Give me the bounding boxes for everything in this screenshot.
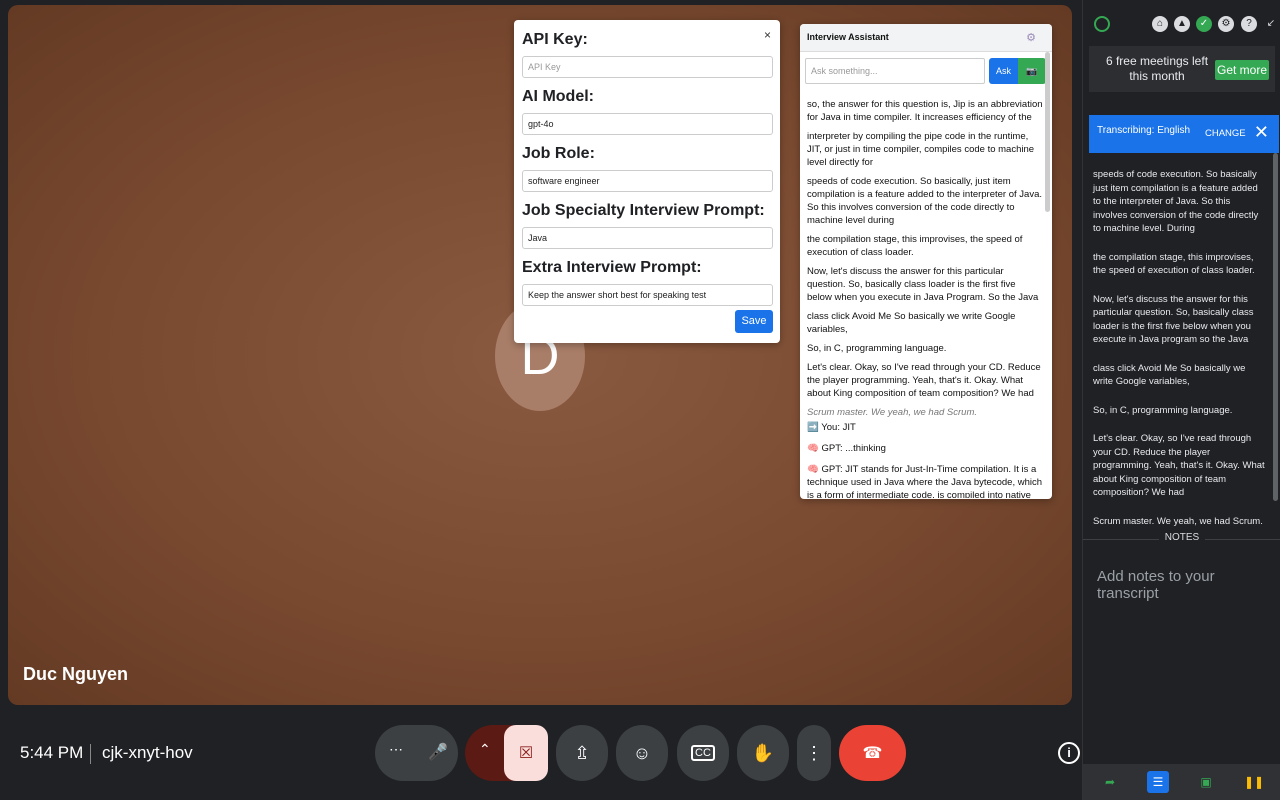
camera-off-button[interactable]: ☒ [504,725,548,781]
transcript-entry: the compilation stage, this improvises, … [1093,251,1255,277]
assistant-title: Interview Assistant [807,32,889,42]
api-key-input[interactable]: API Key [522,56,773,78]
transcript-entry: class click Avoid Me So basically we wri… [1093,362,1246,388]
more-options-button[interactable]: ⋮ [797,725,831,781]
collapse-icon[interactable]: ↙ [1263,16,1279,32]
gpt-thinking: 🧠 GPT: ...thinking [807,442,1043,455]
mic-control-group: ⋯ 🎤 [375,725,458,781]
transcript-side-panel: ⌂ ▲ ✓ ⚙ ? ↙ 6 free meetings left this mo… [1082,0,1280,800]
participant-name: Duc Nguyen [23,664,129,684]
panel-bottom-toolbar: ➦ ☰ ▣ ❚❚ [1083,764,1280,800]
more-options-icon[interactable]: ⋯ [389,741,403,758]
assistant-paragraph: class click Avoid Me So basically we wri… [807,311,1016,335]
microphone-icon[interactable]: 🎤 [428,742,448,762]
ai-model-label: AI Model: [522,88,594,105]
captions-button[interactable]: CC [677,725,729,781]
chevron-up-icon[interactable]: ⌃ [479,741,491,758]
get-more-button[interactable]: Get more [1215,60,1269,80]
transcript-list: speeds of code execution. So basically j… [1093,168,1265,543]
change-language-button[interactable]: CHANGE [1205,128,1246,139]
transcribing-bar: Transcribing: English CHANGE ✕ [1089,115,1279,153]
gpt-answer-text: GPT: JIT stands for Just-In-Time compila… [807,464,1043,498]
emoji-button[interactable]: ☺ [616,725,668,781]
free-meetings-banner: 6 free meetings left this month Get more [1089,46,1275,92]
job-role-label: Job Role: [522,145,595,162]
settings-gear-icon[interactable]: ⚙ [1026,31,1036,44]
save-button[interactable]: Save [735,310,773,333]
upload-icon[interactable]: ▲ [1174,16,1190,32]
raise-hand-button[interactable]: ✋ [737,725,789,781]
transcript-entry: Scrum master. We yeah, we had Scrum. [1093,515,1263,527]
help-icon[interactable]: ? [1241,16,1257,32]
brain-icon: 🧠 [807,443,822,454]
interview-assistant-panel: Interview Assistant ⚙ Ask something... A… [800,24,1052,499]
meeting-code: cjk-xnyt-hov [102,743,193,762]
assistant-paragraph: Let's clear. Okay, so I've read through … [807,362,1041,399]
pause-icon[interactable]: ❚❚ [1243,771,1265,793]
bar-divider [90,744,91,764]
emoji-icon: ☺ [632,742,652,763]
share-icon[interactable]: ➦ [1099,771,1121,793]
ai-model-input[interactable]: gpt-4o [522,113,773,135]
you-message: ➡️ You: JIT [807,421,1043,434]
assistant-transcript: so, the answer for this question is, Jip… [807,98,1043,498]
assistant-header: Interview Assistant ⚙ [800,24,1052,52]
assistant-paragraph: so, the answer for this question is, Jip… [807,99,1043,123]
api-key-label: API Key: [522,31,588,48]
screenshot-icon[interactable]: ▣ [1195,771,1217,793]
transcript-entry: So, in C, programming language. [1093,404,1233,416]
shield-icon[interactable]: ✓ [1196,16,1212,32]
transcript-entry: Let's clear. Okay, so I've read through … [1093,433,1265,498]
job-role-input[interactable]: software engineer [522,170,773,192]
close-icon[interactable]: ✕ [1254,123,1269,141]
ask-button[interactable]: Ask [989,58,1018,84]
transcribing-label: Transcribing: English [1097,125,1191,136]
extra-prompt-label: Extra Interview Prompt: [522,259,702,276]
present-button[interactable]: ⇫ [556,725,608,781]
document-icon[interactable]: ☰ [1147,771,1169,793]
present-screen-icon: ⇫ [574,742,590,763]
assistant-scrollbar[interactable] [1045,52,1050,212]
transcript-entry: speeds of code execution. So basically j… [1093,169,1259,234]
home-icon[interactable]: ⌂ [1152,16,1168,32]
extension-toolbar: ⌂ ▲ ✓ ⚙ ? ↙ [1089,11,1277,43]
assistant-paragraph: So, in C, programming language. [807,343,947,354]
leave-call-button[interactable]: ☎ [839,725,906,781]
gpt-thinking-text: GPT: ...thinking [821,443,886,454]
notes-label: NOTES [1158,532,1206,543]
status-dot-icon [1094,16,1110,32]
extra-prompt-input[interactable]: Keep the answer short best for speaking … [522,284,773,306]
camera-off-icon: ☒ [518,745,534,762]
leave-call-icon: ☎ [862,745,883,762]
raise-hand-icon: ✋ [751,742,775,763]
transcript-scrollbar[interactable] [1273,153,1278,501]
assistant-muted-line: Scrum master. We yeah, we had Scrum. [807,407,978,418]
assistant-paragraph: interpreter by compiling the pipe code i… [807,131,1035,168]
captions-icon: CC [691,745,715,761]
close-icon[interactable]: × [764,28,771,42]
you-message-text: You: JIT [821,422,856,433]
vertical-dots-icon: ⋮ [805,742,823,763]
notes-input[interactable]: Add notes to your transcript [1097,568,1280,602]
ask-input[interactable]: Ask something... [805,58,985,84]
assistant-paragraph: Now, let's discuss the answer for this p… [807,266,1039,303]
camera-icon[interactable]: 📷 [1018,58,1046,84]
specialty-label: Job Specialty Interview Prompt: [522,202,765,219]
ask-row: Ask something... Ask 📷 [805,58,1046,84]
settings-popup: × API Key: API Key AI Model: gpt-4o Job … [514,20,780,343]
brain-icon: 🧠 [807,464,822,475]
assistant-paragraph: the compilation stage, this improvises, … [807,234,1023,258]
gpt-answer: 🧠 GPT: JIT stands for Just-In-Time compi… [807,463,1043,498]
gear-icon[interactable]: ⚙ [1218,16,1234,32]
specialty-input[interactable]: Java [522,227,773,249]
transcript-entry: Now, let's discuss the answer for this p… [1093,293,1254,346]
notes-heading: NOTES [1083,532,1280,543]
free-meetings-text: 6 free meetings left this month [1105,54,1209,83]
meeting-time: 5:44 PM [20,743,84,762]
arrow-icon: ➡️ [807,422,822,433]
assistant-paragraph: speeds of code execution. So basically, … [807,176,1042,226]
info-icon[interactable]: i [1058,742,1080,764]
